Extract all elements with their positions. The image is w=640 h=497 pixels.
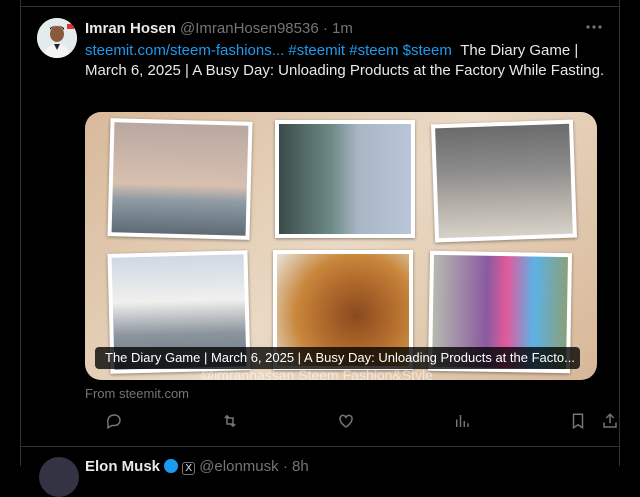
views-icon[interactable] (453, 412, 473, 432)
bookmark-icon[interactable] (569, 412, 589, 432)
avatar[interactable] (37, 18, 77, 58)
tweet-text: steemit.com/steem-fashions... #steemit #… (85, 41, 605, 81)
link-preview-card[interactable]: The Diary Game | March 6, 2025 | A Busy … (85, 112, 597, 380)
retweet-icon[interactable] (221, 412, 241, 432)
next-author-name[interactable]: Elon Musk (85, 458, 160, 475)
author-name[interactable]: Imran Hosen (85, 20, 176, 37)
next-tweet-header: Elon Musk X @elonmusk · 8h (85, 458, 309, 475)
card-title: The Diary Game | March 6, 2025 | A Busy … (95, 347, 580, 369)
avatar-image (37, 18, 77, 58)
dot-separator: · (322, 20, 328, 37)
reply-icon[interactable] (105, 412, 125, 432)
hashtag-steemit[interactable]: #steemit (288, 42, 345, 59)
timestamp[interactable]: 1m (332, 20, 353, 37)
photo-factory-truck (430, 119, 578, 243)
divider (21, 446, 619, 447)
divider (21, 0, 619, 7)
dot-separator: · (282, 458, 288, 475)
hashtag-steem[interactable]: #steem (349, 42, 398, 59)
more-options-icon[interactable] (585, 18, 603, 41)
tweet-link[interactable]: steemit.com/steem-fashions... (85, 42, 284, 59)
affiliate-badge[interactable]: X (182, 462, 196, 475)
watermark: @imranhassan Steem Fashion&Style (200, 367, 433, 380)
source-link[interactable]: From steemit.com (85, 386, 189, 401)
tweet-header: Imran Hosen @ImranHosen98536 · 1m (85, 20, 353, 37)
photo-selfie-truck (275, 120, 415, 238)
photo-dock (107, 118, 253, 240)
cashtag-steem[interactable]: $steem (403, 42, 452, 59)
like-icon[interactable] (337, 412, 357, 432)
action-bar (85, 412, 617, 434)
verified-badge-icon (164, 459, 179, 473)
next-tweet-avatar[interactable] (39, 457, 79, 497)
timeline-column: Imran Hosen @ImranHosen98536 · 1m steemi… (20, 0, 620, 497)
next-author-handle[interactable]: @elonmusk (199, 458, 278, 475)
author-handle[interactable]: @ImranHosen98536 (180, 20, 319, 37)
share-icon[interactable] (601, 412, 621, 432)
next-timestamp[interactable]: 8h (292, 458, 309, 475)
